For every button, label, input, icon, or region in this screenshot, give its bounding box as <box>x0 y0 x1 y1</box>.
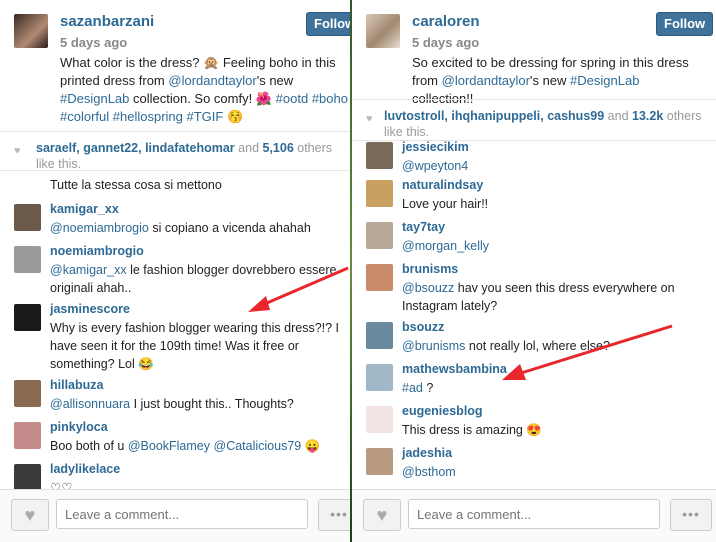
mention-link[interactable]: @lordandtaylor <box>168 73 256 88</box>
likes-count[interactable]: 13.2k <box>632 109 663 123</box>
comment-text: This dress is amazing 😍 <box>402 423 542 437</box>
left-post-panel: sazanbarzani 5 days ago Follow What colo… <box>0 0 350 542</box>
mention-link[interactable]: #colorful <box>60 109 109 124</box>
commenter-avatar[interactable] <box>14 422 41 449</box>
commenter-username[interactable]: eugeniesblog <box>402 404 483 418</box>
mention-link[interactable]: @brunisms <box>402 339 465 353</box>
comment-text: Why is every fashion blogger wearing thi… <box>50 321 340 371</box>
commenter-username[interactable]: noemiambrogio <box>50 244 144 258</box>
commenter-avatar[interactable] <box>14 204 41 231</box>
heart-icon: ♥ <box>376 505 388 525</box>
post-header: sazanbarzani 5 days ago Follow What colo… <box>0 0 350 131</box>
mention-link[interactable]: #ad <box>402 381 423 395</box>
heart-icon: ♥ <box>366 113 373 125</box>
mention-link[interactable]: #boho <box>312 91 348 106</box>
commenter-avatar[interactable] <box>14 304 41 331</box>
mention-link[interactable]: @morgan_kelly <box>402 239 489 253</box>
mention-link[interactable]: @BookFlamey <box>128 439 210 453</box>
comment-input[interactable] <box>408 499 660 529</box>
commenter-avatar[interactable] <box>14 380 41 407</box>
likes-count[interactable]: 5,106 <box>263 141 294 155</box>
mention-link[interactable]: #TGIF <box>187 109 224 124</box>
mention-link[interactable]: @allisonnuara <box>50 397 130 411</box>
ellipsis-icon: ••• <box>330 506 348 522</box>
comment-text: @bsouzz hav you seen this dress everywhe… <box>402 281 675 313</box>
commenter-username[interactable]: brunisms <box>402 262 458 276</box>
heart-icon: ♥ <box>14 145 21 157</box>
mention-link[interactable]: #DesignLab <box>60 91 129 106</box>
commenter-avatar[interactable] <box>366 264 393 291</box>
post-time: 5 days ago <box>412 35 480 50</box>
commenter-avatar[interactable] <box>366 448 393 475</box>
mention-link[interactable]: @lordandtaylor <box>442 73 530 88</box>
comment-footer: ♥ ••• <box>352 489 716 542</box>
red-arrow-annotation <box>248 266 349 312</box>
comment-text: @allisonnuara I just bought this.. Thoug… <box>50 397 294 411</box>
likes-users[interactable]: luvtostroll, ihqhanipuppeli, cashus99 <box>384 109 604 123</box>
like-button[interactable]: ♥ <box>11 499 49 531</box>
mention-link[interactable]: @bsthom <box>402 465 456 479</box>
mention-link[interactable]: @noemiambrogio <box>50 221 149 235</box>
comment-text: @wpeyton4 <box>402 157 710 175</box>
likes-summary: ♥ luvtostroll, ihqhanipuppeli, cashus99 … <box>352 99 716 141</box>
follow-button[interactable]: Follow <box>656 12 714 36</box>
commenter-username[interactable]: jadeshia <box>402 446 452 460</box>
comment-text: Love your hair!! <box>402 197 489 211</box>
commenter-avatar[interactable] <box>14 464 41 491</box>
mention-link[interactable]: #hellospring <box>113 109 183 124</box>
comment-input[interactable] <box>56 499 308 529</box>
mention-link[interactable]: @Catalicious79 <box>214 439 302 453</box>
likes-users[interactable]: saraelf, gannet22, lindafatehomar <box>36 141 235 155</box>
commenter-avatar[interactable] <box>366 180 393 207</box>
commenter-avatar[interactable] <box>366 222 393 249</box>
mention-link[interactable]: @bsouzz <box>402 281 454 295</box>
post-username[interactable]: caraloren <box>412 13 480 30</box>
commenter-username[interactable]: jasminescore <box>50 302 130 316</box>
commenter-username[interactable]: pinkyloca <box>50 420 108 434</box>
like-button[interactable]: ♥ <box>363 499 401 531</box>
ellipsis-icon: ••• <box>682 506 700 522</box>
red-arrow-annotation <box>502 324 673 380</box>
right-post-panel: caraloren 5 days ago Follow So excited t… <box>352 0 716 542</box>
commenter-avatar[interactable] <box>14 246 41 273</box>
post-caption: What color is the dress? 🙊 Feeling boho … <box>60 55 348 124</box>
commenter-username[interactable]: tay7tay <box>402 220 445 234</box>
more-options-button[interactable]: ••• <box>318 499 350 531</box>
heart-icon: ♥ <box>24 505 36 525</box>
user-avatar[interactable] <box>366 14 400 48</box>
commenter-avatar[interactable] <box>366 142 393 169</box>
comment-text: Tutte la stessa cosa si mettono <box>50 178 222 192</box>
comment-text: @bsthom <box>402 463 710 481</box>
mention-link[interactable]: @wpeyton4 <box>402 159 468 173</box>
mention-link[interactable]: @kamigar_xx <box>50 263 127 277</box>
post-time: 5 days ago <box>60 35 128 50</box>
post-username[interactable]: sazanbarzani <box>60 13 154 30</box>
commenter-username[interactable]: hillabuza <box>50 378 103 392</box>
commenter-avatar[interactable] <box>366 322 393 349</box>
commenter-username[interactable]: ladylikelace <box>50 462 120 476</box>
commenter-avatar[interactable] <box>366 364 393 391</box>
commenter-username[interactable]: mathewsbambina <box>402 362 507 376</box>
commenter-avatar[interactable] <box>366 406 393 433</box>
comment-text: Boo both of u @BookFlamey @Catalicious79… <box>50 439 321 453</box>
comment-text: @noemiambrogio si copiano a vicenda ahah… <box>50 221 311 235</box>
commenter-username[interactable]: jessiecikim <box>402 140 469 154</box>
follow-button[interactable]: Follow <box>306 12 350 36</box>
comment-text: @morgan_kelly <box>402 237 710 255</box>
commenter-username[interactable]: kamigar_xx <box>50 202 119 216</box>
commenter-username[interactable]: naturalindsay <box>402 178 483 192</box>
more-options-button[interactable]: ••• <box>670 499 712 531</box>
likes-summary: ♥ saraelf, gannet22, lindafatehomar and … <box>0 131 350 171</box>
mention-link[interactable]: #DesignLab <box>570 73 639 88</box>
comment-footer: ♥ ••• <box>0 489 350 542</box>
mention-link[interactable]: #ootd <box>276 91 309 106</box>
user-avatar[interactable] <box>14 14 48 48</box>
commenter-username[interactable]: bsouzz <box>402 320 444 334</box>
